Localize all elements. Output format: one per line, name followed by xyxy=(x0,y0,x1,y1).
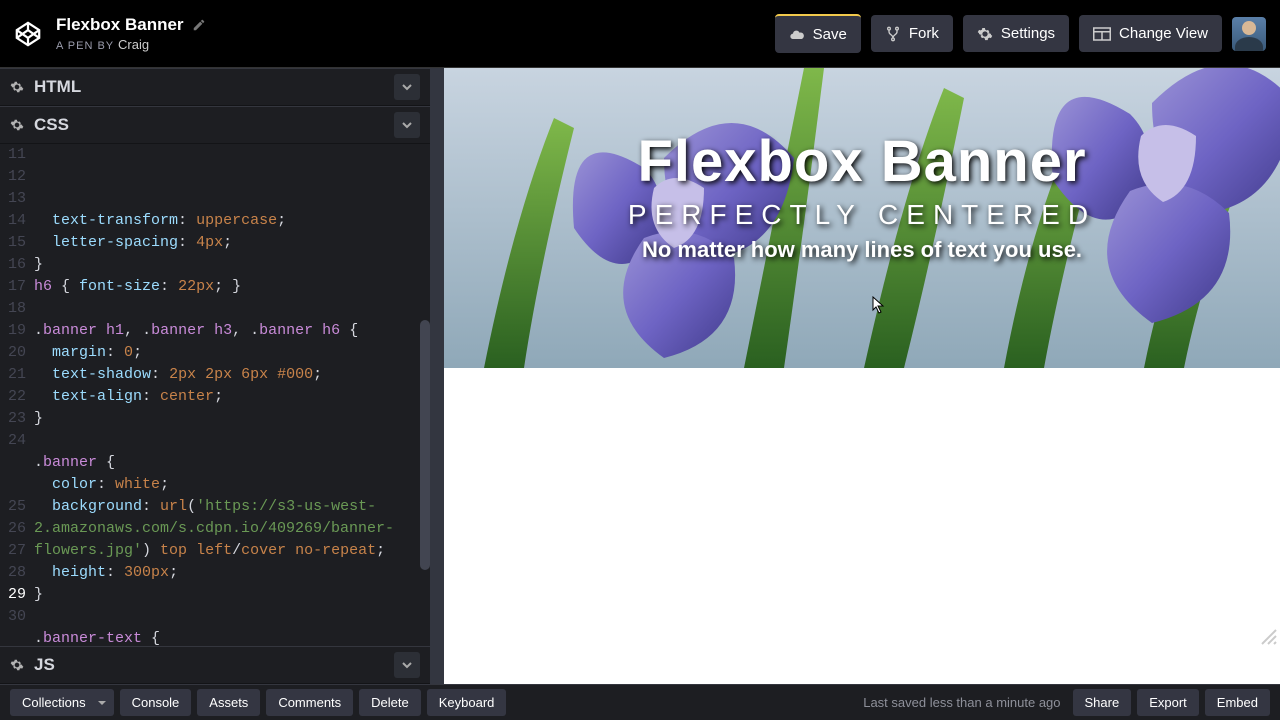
chevron-down-icon xyxy=(401,659,413,671)
chevron-down-icon xyxy=(401,119,413,131)
share-button[interactable]: Share xyxy=(1073,689,1132,716)
banner-text: Flexbox Banner PERFECTLY CENTERED No mat… xyxy=(444,68,1280,368)
gear-icon[interactable] xyxy=(10,80,24,94)
settings-button[interactable]: Settings xyxy=(963,15,1069,52)
code-line[interactable]: height: 300px; xyxy=(34,562,430,584)
save-status: Last saved less than a minute ago xyxy=(863,695,1060,710)
pen-title[interactable]: Flexbox Banner xyxy=(56,15,775,35)
code-line[interactable]: } xyxy=(34,584,430,606)
code-line[interactable]: h6 { font-size: 22px; } xyxy=(34,276,430,298)
fork-button[interactable]: Fork xyxy=(871,15,953,52)
code-line[interactable]: } xyxy=(34,254,430,276)
scrollbar-thumb[interactable] xyxy=(420,320,430,570)
pen-byline: A PEN BY Craig xyxy=(56,37,775,52)
console-button[interactable]: Console xyxy=(120,689,192,716)
code-content[interactable]: text-transform: uppercase; letter-spacin… xyxy=(34,144,430,646)
resize-handle-icon[interactable] xyxy=(1260,628,1278,646)
app-header: Flexbox Banner A PEN BY Craig Save Fork … xyxy=(0,0,1280,68)
assets-button[interactable]: Assets xyxy=(197,689,260,716)
export-button[interactable]: Export xyxy=(1137,689,1199,716)
change-view-button[interactable]: Change View xyxy=(1079,15,1222,52)
code-line[interactable]: text-shadow: 2px 2px 6px #000; xyxy=(34,364,430,386)
js-panel-header[interactable]: JS xyxy=(0,646,430,684)
code-line[interactable]: text-transform: uppercase; xyxy=(34,210,430,232)
code-line[interactable]: text-align: center; xyxy=(34,386,430,408)
embed-button[interactable]: Embed xyxy=(1205,689,1270,716)
code-line[interactable]: .banner { xyxy=(34,452,430,474)
fork-icon xyxy=(885,26,901,42)
gear-icon[interactable] xyxy=(10,658,24,672)
collections-select[interactable]: Collections xyxy=(10,689,114,716)
html-panel-header[interactable]: HTML xyxy=(0,68,430,106)
code-line[interactable] xyxy=(34,298,430,320)
banner-h1: Flexbox Banner xyxy=(444,128,1280,195)
html-panel-toggle[interactable] xyxy=(394,74,420,100)
author-link[interactable]: Craig xyxy=(118,37,149,52)
css-editor[interactable]: 1112131415161718192021222324 25262728293… xyxy=(0,144,430,646)
code-line[interactable]: color: white; xyxy=(34,474,430,496)
js-panel-toggle[interactable] xyxy=(394,652,420,678)
chevron-down-icon xyxy=(401,81,413,93)
gear-icon xyxy=(977,26,993,42)
line-gutter: 1112131415161718192021222324 25262728293… xyxy=(0,144,34,646)
gear-icon[interactable] xyxy=(10,118,24,132)
user-avatar[interactable] xyxy=(1232,17,1266,51)
edit-title-icon[interactable] xyxy=(192,18,206,32)
keyboard-button[interactable]: Keyboard xyxy=(427,689,507,716)
code-line[interactable]: .banner-text { xyxy=(34,628,430,646)
code-line[interactable]: } xyxy=(34,408,430,430)
code-line[interactable] xyxy=(34,430,430,452)
mouse-cursor-icon xyxy=(872,296,886,314)
html-panel-title: HTML xyxy=(34,77,384,97)
cloud-icon xyxy=(789,27,805,43)
js-panel-title: JS xyxy=(34,655,384,675)
css-panel-header[interactable]: CSS xyxy=(0,106,430,144)
app-footer: Collections Console Assets Comments Dele… xyxy=(0,684,1280,720)
code-line[interactable]: .banner h1, .banner h3, .banner h6 { xyxy=(34,320,430,342)
css-panel-title: CSS xyxy=(34,115,384,135)
delete-button[interactable]: Delete xyxy=(359,689,421,716)
banner-h6: No matter how many lines of text you use… xyxy=(444,237,1280,263)
code-line[interactable]: background: url('https://s3-us-west-2.am… xyxy=(34,496,430,562)
css-panel-toggle[interactable] xyxy=(394,112,420,138)
save-button[interactable]: Save xyxy=(775,14,861,53)
code-line[interactable]: margin: 0; xyxy=(34,342,430,364)
layout-icon xyxy=(1093,27,1111,41)
result-preview: Flexbox Banner PERFECTLY CENTERED No mat… xyxy=(430,68,1280,684)
pen-title-text: Flexbox Banner xyxy=(56,15,184,35)
codepen-logo[interactable] xyxy=(14,20,42,48)
code-line[interactable] xyxy=(34,606,430,628)
banner: Flexbox Banner PERFECTLY CENTERED No mat… xyxy=(444,68,1280,368)
banner-h3: PERFECTLY CENTERED xyxy=(444,199,1280,231)
comments-button[interactable]: Comments xyxy=(266,689,353,716)
code-line[interactable]: letter-spacing: 4px; xyxy=(34,232,430,254)
